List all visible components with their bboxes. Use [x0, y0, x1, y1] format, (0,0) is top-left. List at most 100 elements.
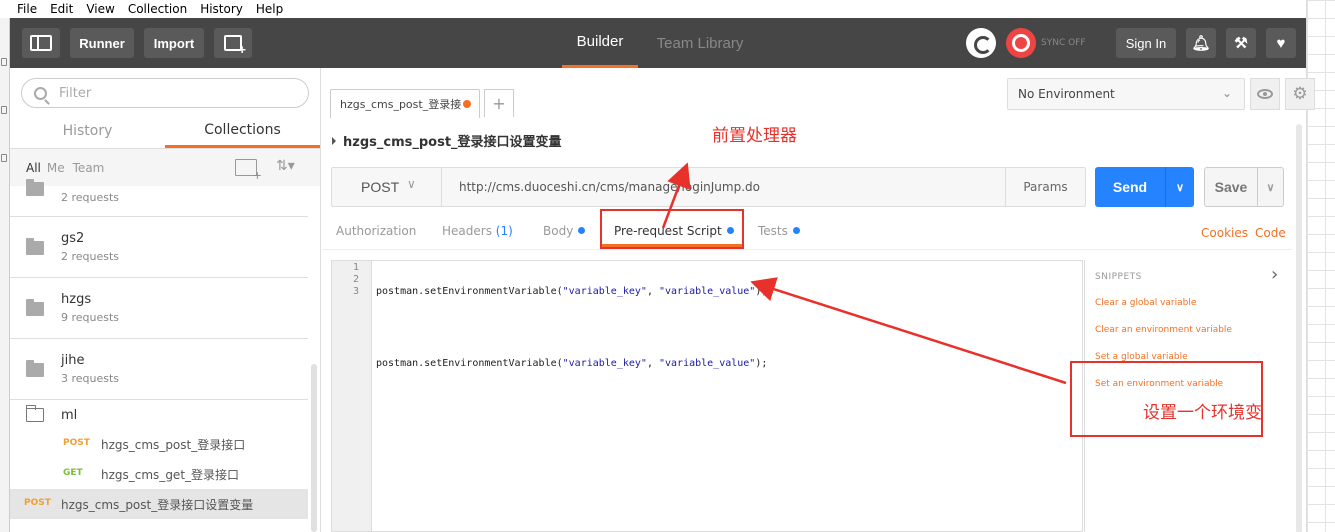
open-folder-icon: [26, 405, 44, 422]
settings-button[interactable]: ⚒: [1226, 28, 1256, 58]
search-icon: [34, 86, 47, 100]
method-badge: GET: [63, 468, 83, 478]
heart-button[interactable]: ♥: [1266, 28, 1296, 58]
tab-tests[interactable]: Tests: [758, 224, 800, 238]
collection-list: 2 requests gs2 2 requests hzgs 9 request…: [10, 179, 308, 519]
code-end: );: [755, 358, 768, 369]
tab-headers[interactable]: Headers (1): [442, 224, 513, 238]
url-input[interactable]: http://cms.duoceshi.cn/cms/manage/loginJ…: [459, 180, 760, 194]
tab-team-library[interactable]: Team Library: [650, 18, 750, 68]
annotation-text: 前置处理器: [712, 126, 797, 146]
code-sep: ,: [646, 286, 659, 297]
tab-body-label: Body: [543, 224, 574, 238]
line-number: 1: [352, 262, 359, 273]
collection-count: 2 requests: [61, 250, 120, 263]
chevron-down-icon: ∨: [407, 177, 416, 191]
request-item[interactable]: POST hzgs_cms_post_登录接口: [10, 429, 308, 459]
request-tab[interactable]: hzgs_cms_post_登录接: [330, 89, 480, 118]
sidebar-tabs: History Collections: [10, 114, 320, 148]
app-header: Runner Import Builder Team Library SYNC …: [10, 18, 1306, 68]
code-string: "variable_key": [562, 286, 647, 297]
sort-icon[interactable]: ⇅▾: [276, 158, 295, 174]
folder-icon: [26, 238, 44, 255]
send-button[interactable]: Send ∨: [1095, 167, 1194, 207]
filter-all[interactable]: All: [26, 161, 41, 175]
environment-quick-look-button[interactable]: [1250, 78, 1280, 110]
request-name: hzgs_cms_post_登录接口: [101, 438, 246, 452]
sidebar-scrollbar[interactable]: [311, 364, 317, 532]
environment-select[interactable]: No Environment ⌄: [1007, 78, 1245, 110]
collection-count: 2 requests: [61, 191, 120, 204]
snippets-title: SNIPPETS: [1095, 272, 1142, 282]
menu-file[interactable]: File: [17, 2, 37, 16]
code-line: ​: [376, 322, 767, 334]
menu-edit[interactable]: Edit: [50, 2, 73, 16]
bell-icon: 🔔︎: [1191, 34, 1211, 52]
new-collection-icon[interactable]: [235, 159, 262, 182]
params-button[interactable]: Params: [1005, 168, 1085, 206]
sidebar: Filter History Collections All Me Team ⇅…: [10, 68, 321, 532]
tab-authorization[interactable]: Authorization: [336, 224, 416, 238]
method-select[interactable]: POST ∨: [332, 168, 442, 206]
desktop-icon: [1, 154, 7, 162]
save-button[interactable]: Save ∨: [1204, 167, 1284, 207]
sidebar-icon: [30, 35, 52, 51]
filter-placeholder: Filter: [59, 85, 92, 101]
filter-me[interactable]: Me: [47, 161, 65, 175]
collection-item[interactable]: 2 requests: [10, 179, 308, 217]
chevron-down-icon[interactable]: ∨: [1257, 168, 1283, 206]
interceptor-icon[interactable]: [966, 28, 996, 58]
request-title[interactable]: hzgs_cms_post_登录接口设置变量: [332, 131, 562, 150]
menu-history[interactable]: History: [200, 2, 243, 16]
code-string: "variable_key": [562, 358, 647, 369]
save-label: Save: [1214, 179, 1248, 195]
tab-headers-label: Headers: [442, 224, 492, 238]
new-window-icon: [224, 35, 246, 57]
toggle-sidebar-button[interactable]: [22, 28, 60, 58]
method-badge: POST: [24, 498, 51, 508]
request-tab-label: hzgs_cms_post_登录接: [340, 98, 462, 111]
method-badge: POST: [63, 438, 90, 448]
request-builder: hzgs_cms_post_登录接 + No Environment ⌄ ⚙ h…: [322, 68, 1315, 532]
script-editor[interactable]: 1 2 3 postman.setEnvironmentVariable("va…: [331, 260, 1083, 532]
send-label: Send: [1112, 179, 1148, 195]
tab-history[interactable]: History: [10, 114, 165, 148]
chevron-down-icon[interactable]: ∨: [1165, 167, 1194, 207]
filter-input[interactable]: Filter: [21, 78, 309, 108]
sign-in-button[interactable]: Sign In: [1116, 28, 1176, 58]
snippet-link[interactable]: Clear a global variable: [1095, 298, 1196, 308]
collection-item[interactable]: hzgs 9 requests: [10, 278, 308, 339]
collection-item[interactable]: gs2 2 requests: [10, 217, 308, 278]
import-button[interactable]: Import: [144, 28, 204, 58]
tab-collections[interactable]: Collections: [165, 114, 320, 148]
tests-indicator-icon: [792, 227, 800, 234]
heart-icon: ♥: [1276, 34, 1286, 52]
new-window-button[interactable]: [214, 28, 252, 58]
menu-collection[interactable]: Collection: [128, 2, 187, 16]
cookies-link[interactable]: Cookies: [1201, 226, 1248, 240]
filter-team[interactable]: Team: [73, 161, 105, 175]
menu-help[interactable]: Help: [256, 2, 283, 16]
snippet-link[interactable]: Clear an environment variable: [1095, 325, 1232, 335]
code-string: "variable_value": [658, 358, 756, 369]
notifications-button[interactable]: 🔔︎: [1186, 28, 1216, 58]
desktop-icon: [1, 58, 7, 66]
code-string: "variable_value": [658, 286, 756, 297]
tab-builder[interactable]: Builder: [562, 18, 638, 68]
sync-icon[interactable]: [1006, 28, 1036, 58]
request-item-selected[interactable]: POST hzgs_cms_post_登录接口设置变量: [10, 489, 308, 519]
line-numbers: 1 2 3: [332, 261, 372, 531]
manage-environments-button[interactable]: ⚙: [1285, 78, 1315, 110]
add-tab-button[interactable]: +: [484, 89, 514, 117]
environment-value: No Environment: [1018, 87, 1115, 101]
runner-button[interactable]: Runner: [70, 28, 134, 58]
menu-view[interactable]: View: [86, 2, 114, 16]
request-item[interactable]: GET hzgs_cms_get_登录接口: [10, 459, 308, 489]
code-link[interactable]: Code: [1255, 226, 1286, 240]
collection-item-open[interactable]: ml: [10, 400, 308, 429]
chevron-right-icon[interactable]: ›: [1271, 264, 1278, 285]
tab-body[interactable]: Body: [543, 224, 586, 238]
collection-item[interactable]: jihe 3 requests: [10, 339, 308, 400]
eye-icon: [1257, 89, 1273, 99]
main-scrollbar[interactable]: [1296, 124, 1302, 532]
